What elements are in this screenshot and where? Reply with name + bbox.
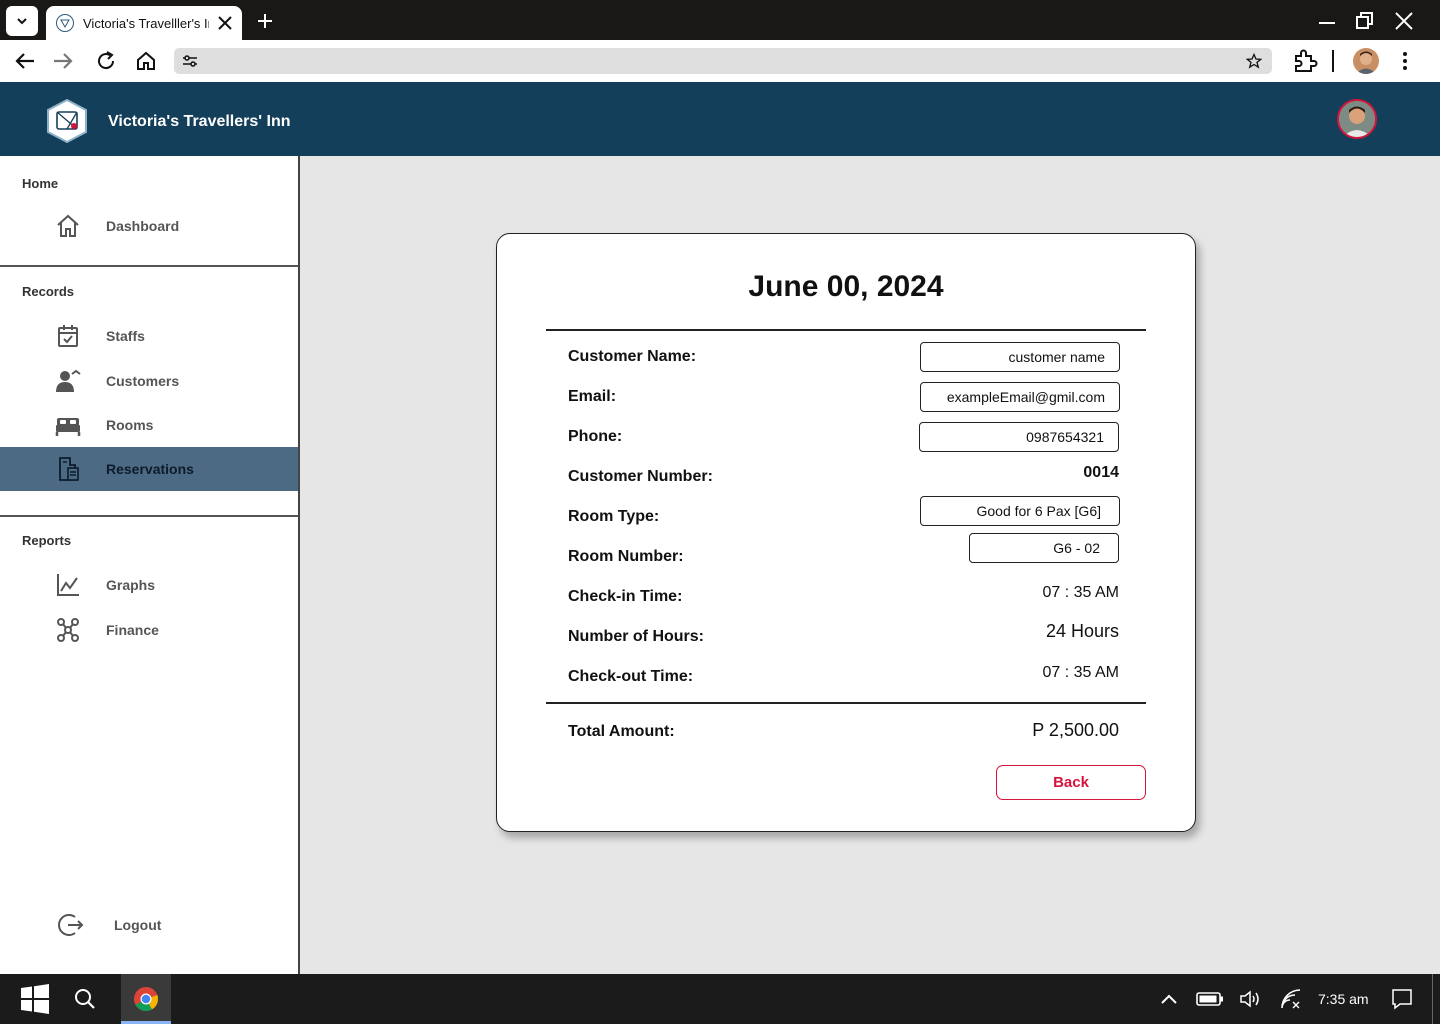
customer-name-label: Customer Name: (568, 348, 697, 365)
customer-number-label: Customer Number: (568, 468, 713, 485)
person-avatar-icon (1356, 51, 1376, 74)
sidebar-item-staffs[interactable]: Staffs (0, 314, 298, 358)
check-in-label: Check-in Time: (568, 588, 683, 605)
person-avatar-icon (1339, 101, 1375, 137)
close-window-icon[interactable] (1395, 12, 1413, 30)
sidebar-item-label: Dashboard (106, 218, 180, 234)
customer-name-field[interactable] (920, 342, 1120, 372)
back-button[interactable]: Back (996, 765, 1146, 800)
sidebar-item-label: Rooms (106, 417, 154, 433)
card-divider (546, 329, 1146, 331)
tab-search-button[interactable] (6, 6, 38, 36)
extensions-puzzle-icon[interactable] (1292, 48, 1318, 74)
windows-start-icon[interactable] (20, 984, 50, 1014)
reservation-details-card: June 00, 2024 Customer Name: Email: Phon… (496, 233, 1196, 832)
email-label: Email: (568, 388, 617, 405)
restore-icon[interactable] (1356, 12, 1374, 30)
address-bar[interactable] (174, 48, 1272, 74)
search-icon[interactable] (74, 988, 96, 1010)
total-amount-value: P 2,500.00 (1032, 720, 1119, 740)
chrome-icon (134, 987, 159, 1012)
browser-tab[interactable]: Victoria's Travelller's Inn (46, 6, 242, 40)
notifications-chat-icon[interactable] (1391, 988, 1413, 1010)
sidebar-section-reports: Reports (22, 533, 72, 548)
sidebar-item-graphs[interactable]: Graphs (0, 563, 298, 607)
check-out-value: 07 : 35 AM (1042, 664, 1120, 681)
sidebar-item-finance[interactable]: Finance (0, 608, 298, 652)
phone-field[interactable] (919, 422, 1119, 452)
close-tab-icon[interactable] (216, 14, 234, 32)
os-taskbar: 7:35 am (0, 974, 1440, 1024)
site-settings-icon[interactable] (182, 53, 198, 69)
sidebar-item-reservations[interactable]: Reservations (0, 447, 298, 491)
phone-label: Phone: (568, 428, 623, 445)
wifi-signal-icon[interactable] (1280, 988, 1302, 1010)
email-field[interactable] (920, 382, 1120, 412)
card-divider (546, 702, 1146, 704)
taskbar-chrome-app[interactable] (121, 974, 171, 1024)
room-number-label: Room Number: (568, 548, 684, 565)
sidebar-item-logout[interactable]: Logout (0, 903, 298, 947)
battery-icon[interactable] (1196, 991, 1224, 1007)
browser-profile-avatar[interactable] (1353, 48, 1379, 74)
chevron-up-icon[interactable] (1160, 992, 1178, 1006)
sidebar-divider (0, 515, 298, 517)
logout-icon (58, 914, 84, 936)
reservations-document-icon (59, 457, 79, 481)
browser-toolbar (0, 40, 1440, 82)
forward-arrow-icon[interactable] (52, 50, 74, 72)
inn-logo-icon[interactable] (46, 99, 88, 143)
users-icon (56, 369, 81, 392)
app-title: Victoria's Travellers' Inn (108, 113, 291, 130)
browser-tab-bar: Victoria's Travelller's Inn (0, 0, 1440, 40)
sidebar-item-label: Graphs (106, 577, 156, 593)
check-in-value: 07 : 35 AM (1042, 584, 1120, 601)
user-avatar[interactable] (1337, 99, 1377, 139)
tab-title: Victoria's Travelller's Inn (83, 15, 209, 31)
sidebar-item-label: Logout (114, 917, 162, 933)
toolbar-separator (1332, 50, 1334, 72)
sidebar-item-label: Staffs (106, 328, 145, 344)
minimize-icon[interactable] (1318, 12, 1336, 30)
sidebar-item-dashboard[interactable]: Dashboard (0, 204, 298, 248)
sidebar-section-home: Home (22, 176, 59, 191)
sidebar-item-label: Reservations (106, 461, 194, 477)
chevron-down-icon (17, 18, 27, 25)
room-type-label: Room Type: (568, 508, 660, 525)
app-header: Victoria's Travellers' Inn (0, 82, 1440, 156)
house-icon (57, 214, 79, 237)
sidebar-item-rooms[interactable]: Rooms (0, 403, 298, 447)
check-out-label: Check-out Time: (568, 668, 694, 685)
reservation-date-title: June 00, 2024 (748, 270, 944, 303)
sidebar-section-records: Records (22, 284, 75, 299)
show-desktop-button[interactable] (1432, 974, 1440, 1024)
bed-icon (55, 418, 81, 436)
new-tab-icon[interactable] (256, 12, 274, 30)
reload-icon[interactable] (95, 50, 117, 72)
line-graph-icon (57, 574, 79, 596)
customer-number-value: 0014 (1083, 464, 1119, 481)
sidebar-divider (0, 265, 298, 267)
calendar-check-icon (58, 325, 78, 347)
star-bookmark-icon[interactable] (1246, 53, 1262, 69)
sidebar: Home Dashboard Records Staffs Customers … (0, 156, 300, 974)
hours-value: 24 Hours (1045, 621, 1119, 641)
room-type-field[interactable] (920, 496, 1120, 526)
hours-label: Number of Hours: (568, 628, 704, 645)
network-nodes-icon (57, 618, 79, 642)
taskbar-clock[interactable]: 7:35 am (1318, 991, 1369, 1007)
sidebar-item-customers[interactable]: Customers (0, 359, 298, 403)
room-number-field[interactable] (969, 533, 1119, 563)
sidebar-item-label: Finance (106, 622, 159, 638)
back-arrow-icon[interactable] (14, 50, 36, 72)
more-menu-icon[interactable] (1394, 50, 1416, 72)
home-icon[interactable] (135, 50, 157, 72)
sidebar-item-label: Customers (106, 373, 180, 389)
total-amount-label: Total Amount: (568, 723, 675, 740)
speaker-volume-icon[interactable] (1240, 990, 1262, 1008)
inn-favicon-icon (56, 14, 74, 32)
